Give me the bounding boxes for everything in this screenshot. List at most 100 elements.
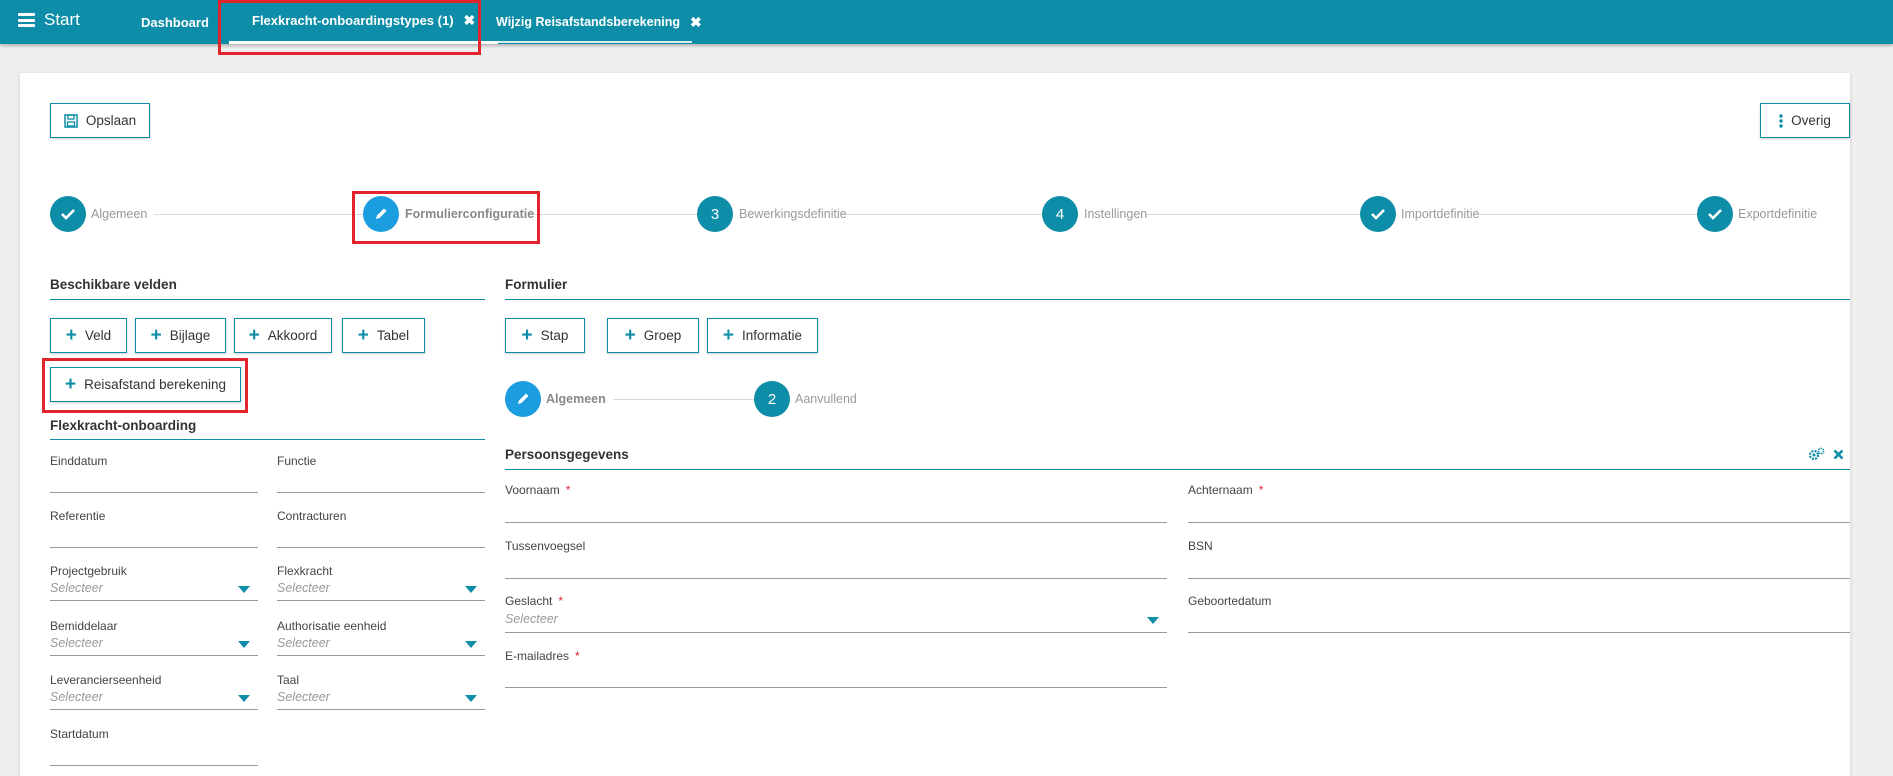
- field-label-e-mailadres: E-mailadres *: [505, 649, 580, 663]
- field-label-bsn: BSN: [1188, 539, 1213, 553]
- tab-label: Dashboard: [141, 14, 209, 30]
- highlight-box: [42, 358, 248, 413]
- plus-icon: +: [150, 325, 162, 346]
- substep-label: Aanvullend: [795, 392, 857, 406]
- field-label-functie: Functie: [277, 454, 317, 468]
- tab-label: Wijzig Reisafstandsberekening: [496, 15, 680, 29]
- add-informatie-button[interactable]: + Informatie: [707, 318, 818, 353]
- authorisatie-eenheid-select[interactable]: [277, 655, 485, 656]
- achternaam-input[interactable]: [1188, 522, 1850, 523]
- substep-label: Algemeen: [546, 392, 606, 406]
- main-panel: Opslaan Overig Algemeen Formulierconfigu…: [20, 73, 1850, 776]
- label-text: E-mailadres: [505, 649, 570, 663]
- section-divider: [505, 299, 1850, 300]
- taal-select[interactable]: [277, 709, 485, 710]
- step-connector: [530, 214, 698, 215]
- geslacht-select[interactable]: [505, 632, 1167, 633]
- plus-icon: +: [357, 325, 369, 346]
- close-icon[interactable]: ✖: [690, 14, 702, 31]
- start-menu-button[interactable]: Start: [18, 10, 80, 30]
- save-button[interactable]: Opslaan: [50, 103, 150, 138]
- field-label-taal: Taal: [277, 673, 300, 687]
- select-placeholder: Selecteer: [50, 690, 103, 704]
- step-number: 3: [710, 205, 720, 223]
- form-title: Formulier: [505, 277, 568, 292]
- settings-gears-icon[interactable]: [1808, 447, 1825, 462]
- add-groep-button[interactable]: + Groep: [607, 318, 699, 353]
- chevron-down-icon[interactable]: [238, 586, 250, 593]
- required-mark: *: [558, 594, 564, 608]
- button-label: Akkoord: [267, 328, 318, 343]
- step-exportdefinitie[interactable]: [1697, 196, 1733, 232]
- start-label: Start: [44, 10, 80, 29]
- substep-aanvullend[interactable]: 2: [754, 381, 790, 417]
- add-tabel-button[interactable]: + Tabel: [342, 318, 425, 353]
- step-label: Exportdefinitie: [1738, 207, 1818, 221]
- chevron-down-icon[interactable]: [238, 641, 250, 648]
- substep-algemeen[interactable]: [505, 381, 541, 417]
- label-text: Geslacht: [505, 594, 553, 608]
- startdatum-input[interactable]: [50, 765, 258, 766]
- plus-icon: +: [65, 325, 77, 346]
- chevron-down-icon[interactable]: [465, 586, 477, 593]
- step-label: Bewerkingsdefinitie: [739, 207, 847, 221]
- step-connector: [1478, 214, 1706, 215]
- select-placeholder: Selecteer: [505, 612, 558, 626]
- add-akkoord-button[interactable]: + Akkoord: [234, 318, 332, 353]
- close-icon[interactable]: [1833, 449, 1844, 460]
- step-importdefinitie[interactable]: [1360, 196, 1396, 232]
- plus-icon: +: [624, 325, 636, 346]
- step-connector: [613, 399, 763, 400]
- einddatum-input[interactable]: [50, 492, 258, 493]
- add-bijlage-button[interactable]: + Bijlage: [135, 318, 226, 353]
- button-label: Informatie: [742, 328, 803, 343]
- add-veld-button[interactable]: + Veld: [50, 318, 127, 353]
- bemiddelaar-select[interactable]: [50, 655, 258, 656]
- functie-input[interactable]: [277, 492, 485, 493]
- section-divider: [50, 439, 485, 440]
- check-icon: [1371, 209, 1385, 220]
- contracturen-input[interactable]: [277, 547, 485, 548]
- chevron-down-icon[interactable]: [465, 641, 477, 648]
- projectgebruik-select[interactable]: [50, 600, 258, 601]
- referentie-input[interactable]: [50, 547, 258, 548]
- label-text: Achternaam: [1188, 483, 1253, 497]
- step-label: Instellingen: [1084, 207, 1148, 221]
- flexkracht-select[interactable]: [277, 600, 485, 601]
- leverancierseenheid-select[interactable]: [50, 709, 258, 710]
- add-stap-button[interactable]: + Stap: [505, 318, 585, 353]
- geboortedatum-input[interactable]: [1188, 632, 1850, 633]
- chevron-down-icon[interactable]: [465, 695, 477, 702]
- step-connector: [842, 214, 1042, 215]
- tab-dashboard[interactable]: Dashboard: [141, 0, 209, 44]
- chevron-down-icon[interactable]: [238, 695, 250, 702]
- field-label-contracturen: Contracturen: [277, 509, 347, 523]
- step-bewerkingsdefinitie[interactable]: 3: [697, 196, 733, 232]
- select-placeholder: Selecteer: [50, 636, 103, 650]
- field-label-voornaam: Voornaam *: [505, 483, 570, 497]
- tussenvoegsel-input[interactable]: [505, 578, 1167, 579]
- step-instellingen[interactable]: 4: [1042, 196, 1078, 232]
- step-algemeen[interactable]: [50, 196, 86, 232]
- button-label: Veld: [84, 328, 112, 343]
- save-icon: [64, 113, 78, 128]
- voornaam-input[interactable]: [505, 522, 1167, 523]
- field-label-startdatum: Startdatum: [50, 727, 109, 741]
- tab-wijzig-reisafstandsberekening[interactable]: Wijzig Reisafstandsberekening ✖: [496, 0, 702, 44]
- bsn-input[interactable]: [1188, 578, 1850, 579]
- required-mark: *: [565, 483, 571, 497]
- more-button[interactable]: Overig: [1760, 103, 1850, 138]
- save-label: Opslaan: [85, 113, 137, 128]
- field-label-bemiddelaar: Bemiddelaar: [50, 619, 118, 633]
- step-label: Importdefinitie: [1401, 207, 1480, 221]
- group-title: Flexkracht-onboarding: [50, 418, 197, 433]
- select-placeholder: Selecteer: [277, 581, 330, 595]
- step-connector: [1145, 214, 1367, 215]
- button-label: Stap: [540, 328, 569, 343]
- e-mailadres-input[interactable]: [505, 687, 1167, 688]
- select-placeholder: Selecteer: [277, 636, 330, 650]
- chevron-down-icon[interactable]: [1147, 617, 1159, 624]
- section-divider: [505, 469, 1850, 470]
- required-mark: *: [575, 649, 580, 663]
- field-label-tussenvoegsel: Tussenvoegsel: [505, 539, 586, 553]
